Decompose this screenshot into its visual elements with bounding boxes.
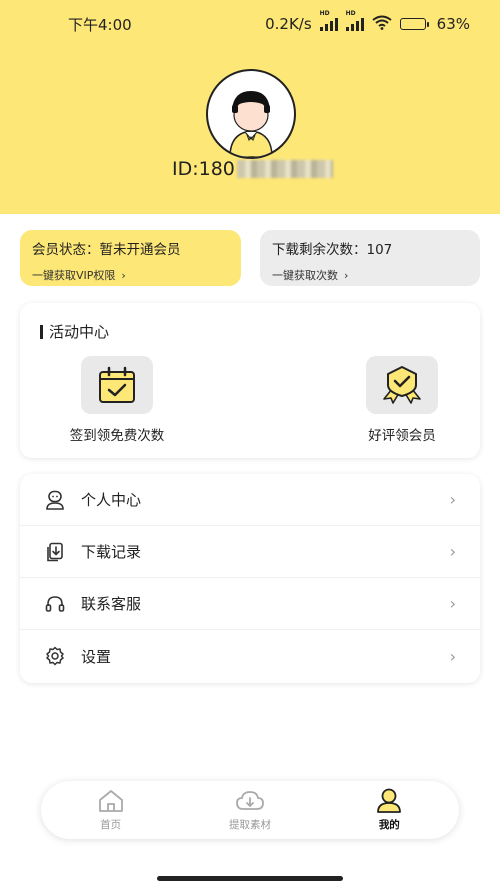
checkin-reward-item[interactable]: 签到领免费次数: [52, 356, 182, 444]
activity-center: 活动中心 签到领免费次数 好评领会员: [20, 303, 480, 458]
section-marker: [40, 324, 43, 339]
battery-icon: [399, 18, 429, 30]
gear-icon: [44, 645, 66, 667]
user-id: ID:180: [172, 158, 333, 180]
menu-label: 下载记录: [81, 543, 142, 561]
menu-item-customer-service[interactable]: 联系客服 ›: [20, 578, 480, 630]
status-indicators: 0.2K/s HD HD 63%: [265, 10, 470, 34]
home-icon: [97, 788, 125, 814]
chevron-right-icon: ›: [449, 490, 456, 509]
download-quota-card[interactable]: 下载剩余次数：107 一键获取次数 ›: [260, 230, 480, 286]
network-speed: 0.2K/s: [265, 15, 312, 33]
download-action-label: 一键获取次数: [272, 269, 338, 282]
vip-action-label: 一键获取VIP权限: [32, 269, 116, 282]
chevron-right-icon: ›: [449, 646, 456, 666]
badge-check-icon: [366, 356, 438, 414]
vip-action-link[interactable]: 一键获取VIP权限 ›: [32, 267, 229, 283]
bottom-tab-bar: 首页 提取素材 我的: [41, 781, 459, 839]
user-icon: [375, 788, 403, 814]
download-record-icon: [44, 541, 66, 563]
vip-status-text: 会员状态：暂未开通会员: [32, 242, 181, 258]
vip-status-card[interactable]: 会员状态：暂未开通会员 一键获取VIP权限 ›: [20, 230, 241, 286]
user-id-prefix: ID:180: [172, 158, 235, 180]
status-time: 下午4:00: [68, 15, 132, 34]
menu-item-settings[interactable]: 设置 ›: [20, 630, 480, 682]
status-bar: 下午4:00 0.2K/s HD HD 63%: [0, 0, 500, 48]
network-badge: HD: [345, 10, 356, 17]
tab-home[interactable]: 首页: [61, 788, 161, 832]
tab-label: 我的: [378, 819, 400, 831]
menu-item-download-record[interactable]: 下载记录 ›: [20, 526, 480, 578]
signal-icon: HD: [345, 10, 364, 31]
tab-extract-material[interactable]: 提取素材: [200, 788, 300, 832]
menu-label: 设置: [81, 647, 112, 666]
avatar[interactable]: [206, 69, 296, 159]
wifi-icon: [372, 15, 392, 34]
avatar-illustration: [229, 91, 273, 157]
chevron-right-icon: ›: [344, 268, 349, 282]
redacted-id-mask: [236, 160, 333, 178]
checkin-reward-label: 签到领免费次数: [69, 428, 165, 444]
review-reward-item[interactable]: 好评领会员: [337, 356, 467, 444]
download-action-link[interactable]: 一键获取次数 ›: [272, 267, 468, 283]
chevron-right-icon: ›: [121, 268, 126, 282]
home-indicator: [157, 876, 343, 881]
activity-title-label: 活动中心: [49, 323, 110, 341]
chevron-right-icon: ›: [449, 594, 456, 613]
menu-label: 联系客服: [81, 595, 142, 613]
chevron-right-icon: ›: [449, 542, 456, 561]
menu-label: 个人中心: [81, 491, 142, 509]
cloud-download-icon: [235, 788, 265, 814]
menu-item-profile[interactable]: 个人中心 ›: [20, 474, 480, 526]
menu-list: 个人中心 › 下载记录 › 联系客服 › 设置 ›: [20, 474, 480, 683]
signal-icon: HD: [319, 10, 338, 31]
tab-label: 首页: [100, 819, 122, 831]
review-reward-label: 好评领会员: [368, 428, 436, 444]
download-remaining-text: 下载剩余次数：107: [272, 242, 393, 258]
battery-percent: 63%: [436, 15, 470, 33]
network-badge: HD: [319, 10, 330, 17]
tab-mine[interactable]: 我的: [339, 788, 439, 832]
user-card-icon: [44, 489, 66, 511]
calendar-check-icon: [81, 356, 153, 414]
headset-icon: [44, 593, 66, 615]
activity-title: 活动中心: [40, 321, 109, 342]
tab-label: 提取素材: [228, 819, 271, 831]
